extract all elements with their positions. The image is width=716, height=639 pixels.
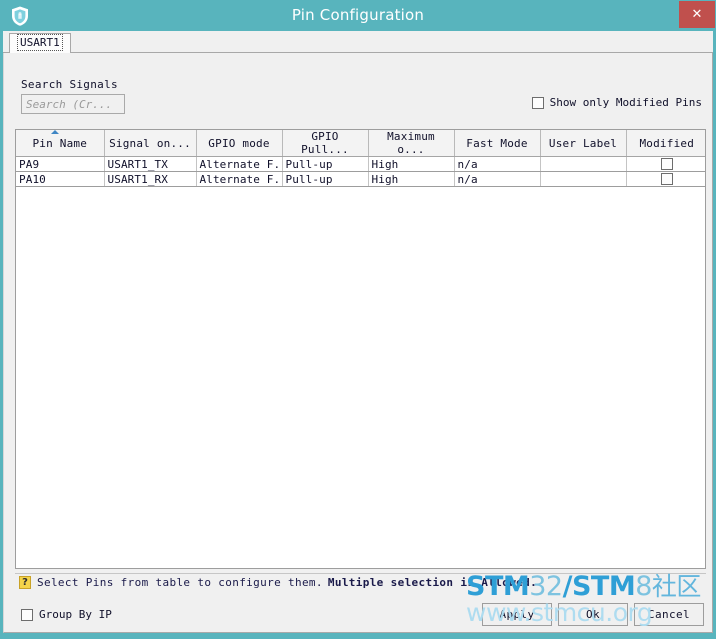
column-header-signal-on[interactable]: Signal on... <box>104 130 197 157</box>
checkbox-box <box>21 608 33 621</box>
dialog-buttons: Apply Ok Cancel <box>482 603 704 626</box>
cell-gpio-pull[interactable]: Pull-up <box>282 171 369 187</box>
group-by-ip-label: Group By IP <box>39 608 112 621</box>
window-title: Pin Configuration <box>291 6 425 24</box>
search-input[interactable] <box>21 94 125 114</box>
cell-gpio-mode[interactable]: Alternate F... <box>196 171 283 187</box>
search-signals-label: Search Signals <box>21 78 118 91</box>
cell-user-label[interactable] <box>540 156 627 172</box>
cell-signal-on[interactable]: USART1_TX <box>104 156 197 172</box>
column-header-gpio-pull[interactable]: GPIO Pull... <box>282 130 369 157</box>
cancel-button[interactable]: Cancel <box>634 603 704 626</box>
pin-table: Pin Name Signal on... GPIO mode GPIO Pul… <box>16 130 705 187</box>
cell-pin-name[interactable]: PA9 <box>16 156 105 172</box>
column-header-user-label[interactable]: User Label <box>540 130 627 157</box>
tab-usart1-label: USART1 <box>17 34 63 51</box>
table-header-row: Pin Name Signal on... GPIO mode GPIO Pul… <box>16 130 705 157</box>
main-panel: Search Signals Show only Modified Pins P… <box>3 53 713 597</box>
cell-pin-name[interactable]: PA10 <box>16 171 105 187</box>
column-header-gpio-mode[interactable]: GPIO mode <box>196 130 283 157</box>
status-bar: ? Select Pins from table to configure th… <box>15 573 706 591</box>
cell-gpio-pull[interactable]: Pull-up <box>282 156 369 172</box>
column-header-maximum-output[interactable]: Maximum o... <box>368 130 455 157</box>
modified-checkbox[interactable] <box>661 172 674 185</box>
tab-strip: USART1 <box>3 31 713 54</box>
sort-ascending-icon <box>50 130 59 134</box>
close-icon[interactable]: ✕ <box>679 1 715 28</box>
group-by-ip-checkbox[interactable]: Group By IP <box>21 608 112 621</box>
checkbox-box <box>531 96 544 109</box>
show-only-modified-pins-label: Show only Modified Pins <box>549 96 702 109</box>
cell-modified[interactable] <box>626 171 705 187</box>
column-header-modified[interactable]: Modified <box>626 130 705 157</box>
help-icon: ? <box>19 576 31 589</box>
cell-signal-on[interactable]: USART1_RX <box>104 171 197 187</box>
status-emphasis: Multiple selection is Allowed. <box>327 576 538 589</box>
status-text: Select Pins from table to configure them… <box>37 576 323 589</box>
cell-gpio-mode[interactable]: Alternate F... <box>196 156 283 172</box>
tab-usart1[interactable]: USART1 <box>9 33 71 54</box>
titlebar: Pin Configuration ✕ <box>0 0 716 31</box>
cell-fast-mode[interactable]: n/a <box>454 171 541 187</box>
pin-configuration-window: Pin Configuration ✕ USART1 Search Signal… <box>0 0 716 639</box>
modified-checkbox[interactable] <box>661 157 674 170</box>
cell-maximum-output[interactable]: High <box>368 156 455 172</box>
table-row[interactable]: PA10 USART1_RX Alternate F... Pull-up Hi… <box>16 171 705 187</box>
column-header-label: Pin Name <box>32 136 88 150</box>
pin-table-container[interactable]: Pin Name Signal on... GPIO mode GPIO Pul… <box>15 129 706 569</box>
cell-maximum-output[interactable]: High <box>368 171 455 187</box>
table-row[interactable]: PA9 USART1_TX Alternate F... Pull-up Hig… <box>16 156 705 172</box>
cell-modified[interactable] <box>626 156 705 172</box>
column-header-fast-mode[interactable]: Fast Mode <box>454 130 541 157</box>
apply-button[interactable]: Apply <box>482 603 552 626</box>
cell-fast-mode[interactable]: n/a <box>454 156 541 172</box>
footer-bar: Group By IP Apply Ok Cancel <box>3 597 713 633</box>
column-header-pin-name[interactable]: Pin Name <box>16 130 105 157</box>
cell-user-label[interactable] <box>540 171 627 187</box>
show-only-modified-pins-checkbox[interactable]: Show only Modified Pins <box>531 96 702 109</box>
ok-button[interactable]: Ok <box>558 603 628 626</box>
